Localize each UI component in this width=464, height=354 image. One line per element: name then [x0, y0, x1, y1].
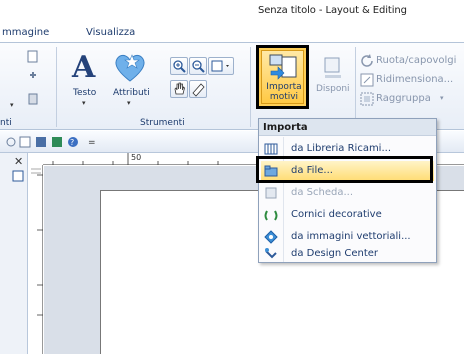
hand-icon	[174, 82, 185, 95]
vertical-ruler	[29, 165, 43, 354]
menu-item-da-scheda[interactable]: da Scheda...	[261, 183, 434, 203]
card-icon	[265, 187, 277, 199]
ribbon-tabbar: mmagine Visualizza	[0, 22, 464, 42]
window-title: Senza titolo - Layout & Editing	[258, 5, 407, 16]
ruota-button[interactable]: Ruota/capovolgi	[376, 55, 456, 66]
menu-item-label: da immagini vettoriali...	[291, 231, 411, 242]
zoom-out-button[interactable]	[189, 57, 207, 75]
group-separator	[355, 47, 356, 127]
pan-button[interactable]	[170, 80, 188, 98]
group-strumenti-label: Strumenti	[140, 118, 185, 128]
attributi-label[interactable]: Attributi	[113, 88, 150, 99]
quick-access-icons[interactable]: ? =	[6, 135, 106, 149]
menu-item-label: da Libreria Ricami...	[291, 143, 391, 154]
tab-immagine[interactable]: mmagine	[2, 27, 49, 38]
svg-text:?: ?	[70, 138, 74, 147]
chevron-down-icon: ▾	[440, 94, 444, 102]
heart-icon[interactable]	[113, 51, 147, 83]
close-icon[interactable]: ✕	[14, 155, 23, 168]
raggruppa-button[interactable]: Raggruppa	[376, 93, 431, 104]
menu-item-label: Cornici decorative	[291, 209, 382, 220]
ruler-ticks	[31, 168, 43, 316]
measure-button[interactable]	[189, 80, 207, 98]
rotate-icon	[361, 54, 373, 67]
text-icon[interactable]: A	[72, 53, 98, 83]
tab-visualizza[interactable]: Visualizza	[86, 27, 135, 38]
zoom-in-icon	[173, 60, 186, 73]
side-panel: ✕	[0, 153, 28, 354]
group-icon	[360, 92, 374, 106]
group-separator	[250, 47, 251, 127]
ruler-ticks	[52, 153, 219, 165]
group-left-label: nti	[0, 118, 12, 128]
disponi-label[interactable]: Disponi	[316, 84, 350, 95]
ribbon: ▾ nti A Testo ▾ Attributi ▾ Strumenti Di…	[0, 42, 464, 130]
panel-icon[interactable]	[12, 170, 24, 182]
testo-label[interactable]: Testo	[73, 88, 96, 99]
svg-text:=: =	[88, 138, 96, 148]
menu-item-label: da Scheda...	[291, 187, 354, 198]
chevron-down-icon: ▾	[127, 99, 131, 107]
chevron-down-icon: ▾	[10, 101, 14, 109]
zoom-fit-icon	[211, 60, 229, 72]
menu-header: Importa	[259, 119, 436, 136]
arrange-icon[interactable]	[322, 55, 344, 85]
design-center-icon	[265, 248, 277, 259]
group-separator	[56, 47, 57, 127]
left-group-icons[interactable]	[24, 49, 42, 109]
frame-icon	[264, 210, 278, 221]
highlight-frame	[256, 156, 433, 183]
chevron-down-icon: ▾	[82, 99, 86, 107]
vector-icon	[264, 230, 278, 244]
menu-item-design-center[interactable]: da Design Center	[261, 246, 434, 263]
importa-dropdown-menu: Importa da Libreria Ricami... da File...…	[258, 118, 437, 263]
menu-item-immagini-vettoriali[interactable]: da immagini vettoriali...	[261, 227, 434, 247]
ruler-icon	[192, 83, 205, 97]
menu-item-label: da Design Center	[291, 248, 379, 259]
zoom-out-icon	[192, 60, 205, 73]
menu-item-cornici-decorative[interactable]: Cornici decorative	[261, 205, 434, 225]
ridimensiona-button[interactable]: Ridimensiona...	[376, 74, 453, 85]
library-icon	[264, 143, 278, 155]
motivi-label: motivi	[269, 92, 299, 102]
import-icon	[269, 54, 297, 80]
importa-motivi-button[interactable]: Importa motivi	[256, 45, 309, 109]
resize-icon	[360, 73, 374, 87]
zoom-dropdown-button[interactable]	[208, 57, 234, 75]
zoom-in-button[interactable]	[170, 57, 188, 75]
